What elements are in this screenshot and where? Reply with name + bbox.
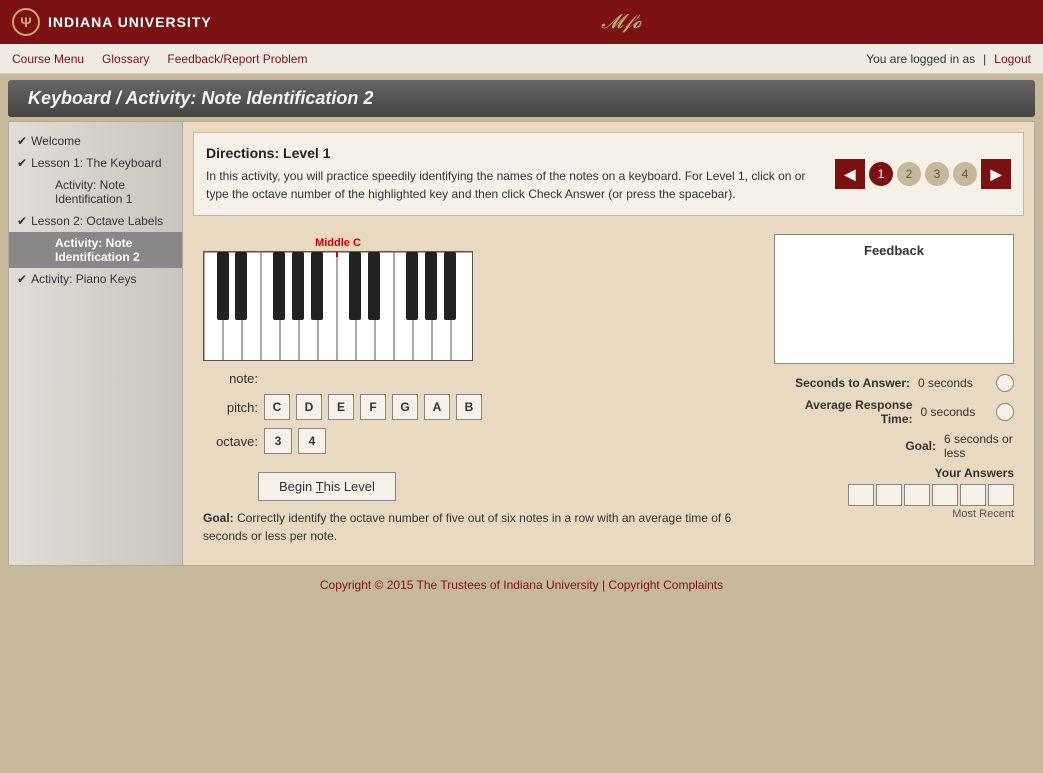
logout-link[interactable]: Logout <box>994 52 1031 66</box>
pitch-E-button[interactable]: E <box>328 394 354 420</box>
feedback-section: Feedback Seconds to Answer: 0 seconds Av… <box>774 234 1014 545</box>
answer-box-4 <box>932 484 958 506</box>
main-layout: ✔ Welcome ✔ Lesson 1: The Keyboard ✔ Act… <box>8 121 1035 566</box>
pitch-row: pitch: C D E F G A B <box>203 394 758 420</box>
answer-box-2 <box>876 484 902 506</box>
answer-box-1 <box>848 484 874 506</box>
goal-description: Correctly identify the octave number of … <box>203 511 731 543</box>
note-row: note: <box>203 371 758 386</box>
sidebar-item-welcome[interactable]: ✔ Welcome <box>9 130 182 152</box>
goal-prefix: Goal: <box>203 511 234 525</box>
goal-stat-label: Goal: <box>905 439 936 453</box>
header: Ψ INDIANA UNIVERSITY 𝓜𝒻𝓸 <box>0 0 1043 44</box>
page-title: Keyboard / Activity: Note Identification… <box>28 88 1015 109</box>
feedback-box: Feedback <box>774 234 1014 364</box>
pitch-D-button[interactable]: D <box>296 394 322 420</box>
your-answers-label: Your Answers <box>774 466 1014 480</box>
sidebar-label-welcome: Welcome <box>31 134 81 148</box>
directions-box: Directions: Level 1 In this activity, yo… <box>193 132 1024 216</box>
feedback-title: Feedback <box>783 243 1005 258</box>
begin-level-button[interactable]: Begin This Level <box>258 472 396 501</box>
center-logo: 𝓜𝒻𝓸 <box>601 11 642 34</box>
course-menu-link[interactable]: Course Menu <box>12 52 84 66</box>
sidebar-item-lesson2[interactable]: ✔ Lesson 2: Octave Labels <box>9 210 182 232</box>
pitch-F-button[interactable]: F <box>360 394 386 420</box>
seconds-to-answer-row: Seconds to Answer: 0 seconds <box>774 374 1014 392</box>
check-icon: ✔ <box>17 214 27 228</box>
answer-box-5 <box>960 484 986 506</box>
goal-row: Goal: 6 seconds or less <box>774 432 1014 460</box>
answers-boxes <box>774 484 1014 506</box>
center-logo-text: 𝓜𝒻𝓸 <box>601 11 642 34</box>
pagination: ◀ 1 2 3 4 ▶ <box>835 145 1011 203</box>
footer-copyright: Copyright © 2015 The Trustees of Indiana… <box>320 578 723 592</box>
check-icon: ✔ <box>17 134 27 148</box>
sidebar-item-piano-keys[interactable]: ✔ Activity: Piano Keys <box>9 268 182 290</box>
seconds-indicator <box>996 374 1014 392</box>
middle-c-label: Middle C <box>203 237 473 249</box>
footer: Copyright © 2015 The Trustees of Indiana… <box>0 570 1043 600</box>
pitch-G-button[interactable]: G <box>392 394 418 420</box>
next-page-button[interactable]: ▶ <box>981 159 1011 189</box>
pipe-separator: | <box>983 52 986 66</box>
pitch-label: pitch: <box>203 400 258 415</box>
avg-response-row: Average Response Time: 0 seconds <box>774 398 1014 426</box>
keyboard-section: Middle C <box>203 234 758 545</box>
note-label: note: <box>203 371 258 386</box>
content-area: Directions: Level 1 In this activity, yo… <box>183 121 1035 566</box>
iu-logo: Ψ INDIANA UNIVERSITY <box>12 8 212 36</box>
octave-label: octave: <box>203 434 258 449</box>
sidebar-label-lesson1: Lesson 1: The Keyboard <box>31 156 162 170</box>
avg-response-label: Average Response Time: <box>774 398 913 426</box>
pitch-A-button[interactable]: A <box>424 394 450 420</box>
octave-3-button[interactable]: 3 <box>264 428 292 454</box>
octave-4-button[interactable]: 4 <box>298 428 326 454</box>
login-info: You are logged in as | Logout <box>866 52 1031 66</box>
feedback-report-link[interactable]: Feedback/Report Problem <box>167 52 307 66</box>
navbar: Course Menu Glossary Feedback/Report Pro… <box>0 44 1043 74</box>
prev-page-button[interactable]: ◀ <box>835 159 865 189</box>
pitch-C-button[interactable]: C <box>264 394 290 420</box>
page-title-bar: Keyboard / Activity: Note Identification… <box>8 80 1035 117</box>
check-icon: ✔ <box>17 272 27 286</box>
pitch-B-button[interactable]: B <box>456 394 482 420</box>
check-icon-empty: ✔ <box>39 179 51 192</box>
sidebar-label-lesson2: Lesson 2: Octave Labels <box>31 214 163 228</box>
page-4-button[interactable]: 4 <box>953 162 977 186</box>
sidebar-label-piano-keys: Activity: Piano Keys <box>31 272 136 286</box>
page-3-button[interactable]: 3 <box>925 162 949 186</box>
seconds-to-answer-value: 0 seconds <box>918 376 988 390</box>
seconds-to-answer-label: Seconds to Answer: <box>795 376 910 390</box>
directions-title: Directions: Level 1 <box>206 145 825 161</box>
piano-keyboard[interactable] <box>203 251 473 361</box>
directions-text: Directions: Level 1 In this activity, yo… <box>206 145 825 203</box>
trident-icon: Ψ <box>12 8 40 36</box>
avg-response-value: 0 seconds <box>921 405 989 419</box>
activity-area: Middle C <box>193 224 1024 555</box>
avg-indicator <box>996 403 1014 421</box>
sidebar-label-note-id-2: Activity: Note Identification 2 <box>55 236 174 264</box>
goal-text: Goal: Correctly identify the octave numb… <box>203 509 758 545</box>
sidebar-item-lesson1[interactable]: ✔ Lesson 1: The Keyboard <box>9 152 182 174</box>
university-name: INDIANA UNIVERSITY <box>48 14 212 30</box>
page-1-button[interactable]: 1 <box>869 162 893 186</box>
answer-box-3 <box>904 484 930 506</box>
sidebar-item-note-id-1[interactable]: ✔ Activity: Note Identification 1 <box>9 174 182 210</box>
sidebar-label-note-id-1: Activity: Note Identification 1 <box>55 178 174 206</box>
check-icon: ✔ <box>17 156 27 170</box>
goal-stat-value: 6 seconds or less <box>944 432 1014 460</box>
glossary-link[interactable]: Glossary <box>102 52 149 66</box>
octave-row: octave: 3 4 <box>203 428 758 454</box>
page-2-button[interactable]: 2 <box>897 162 921 186</box>
directions-body: In this activity, you will practice spee… <box>206 167 825 203</box>
most-recent-label: Most Recent <box>774 508 1014 520</box>
sidebar-item-note-id-2[interactable]: Activity: Note Identification 2 <box>9 232 182 268</box>
login-status-text: You are logged in as <box>866 52 975 66</box>
sidebar: ✔ Welcome ✔ Lesson 1: The Keyboard ✔ Act… <box>8 121 183 566</box>
answer-box-6 <box>988 484 1014 506</box>
